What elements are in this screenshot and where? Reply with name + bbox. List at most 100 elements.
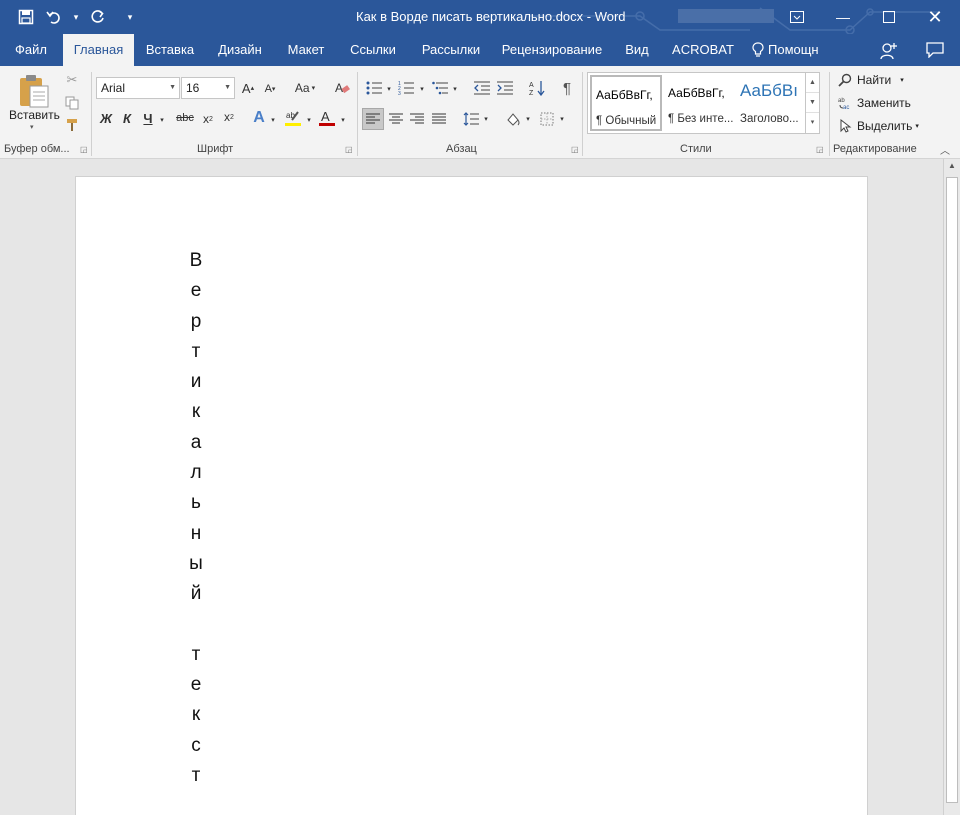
document-letter: к <box>191 401 201 423</box>
chevron-down-icon[interactable]: ▼ <box>169 78 176 98</box>
show-formatting-marks-icon[interactable]: ¶ <box>557 78 577 98</box>
minimize-icon[interactable]: — <box>820 0 866 34</box>
shading-icon[interactable] <box>503 109 523 129</box>
chevron-down-icon[interactable]: ▼ <box>224 78 231 98</box>
tab-references[interactable]: Ссылки <box>342 34 404 66</box>
paste-dropdown-icon[interactable]: ▾ <box>30 123 34 131</box>
tab-file[interactable]: Файл <box>4 34 58 66</box>
style-normal[interactable]: АаБбВвГг, ¶ Обычный <box>590 75 662 131</box>
font-size-combo[interactable]: 16 ▼ <box>181 77 235 99</box>
copy-icon[interactable] <box>63 94 81 112</box>
styles-more-icon[interactable]: ▾ <box>806 113 819 133</box>
underline-button[interactable]: Ч <box>141 109 155 127</box>
numbering-icon[interactable]: 123 <box>396 78 416 98</box>
text-effects-icon[interactable]: A <box>250 108 268 128</box>
bullets-dropdown-icon[interactable]: ▾ <box>385 84 393 94</box>
search-icon <box>838 73 852 87</box>
select-button[interactable]: Выделить ▾ <box>838 119 919 133</box>
multilevel-dropdown-icon[interactable]: ▾ <box>451 84 459 94</box>
shrink-font-icon[interactable]: A ▾ <box>262 80 278 98</box>
shading-dropdown-icon[interactable]: ▾ <box>524 114 532 124</box>
find-button[interactable]: Найти ▾ <box>838 73 904 87</box>
svg-text:ab: ab <box>838 98 845 104</box>
style-no-spacing[interactable]: АаБбВвГг, ¶ Без инте... <box>664 75 736 131</box>
change-case-button[interactable]: Aa ▾ <box>289 79 321 97</box>
undo-icon[interactable] <box>42 6 66 28</box>
style-sample: АаБбВı <box>740 81 798 100</box>
svg-text:A: A <box>321 109 330 124</box>
lightbulb-icon <box>752 42 764 63</box>
font-color-dropdown-icon[interactable]: ▾ <box>338 114 348 126</box>
borders-dropdown-icon[interactable]: ▾ <box>558 114 566 124</box>
document-letter: е <box>190 674 202 696</box>
increase-indent-icon[interactable] <box>495 78 515 98</box>
redo-icon[interactable] <box>86 6 110 28</box>
borders-icon[interactable] <box>537 109 557 129</box>
sort-icon[interactable]: AZ <box>527 78 547 98</box>
save-icon[interactable] <box>14 6 38 28</box>
highlight-color-icon[interactable]: ab <box>283 108 303 128</box>
line-spacing-dropdown-icon[interactable]: ▾ <box>482 114 490 124</box>
tab-view[interactable]: Вид <box>618 34 656 66</box>
style-heading-1[interactable]: АаБбВı Заголово... <box>736 75 808 131</box>
superscript-icon[interactable]: x2 <box>221 108 237 126</box>
tab-review[interactable]: Рецензирование <box>498 34 606 66</box>
bullets-icon[interactable] <box>364 78 384 98</box>
title-bar: ▾ ▾ Как в Ворде писать вертикально.docx … <box>0 0 960 61</box>
tab-acrobat[interactable]: ACROBAT <box>668 34 738 66</box>
align-center-icon[interactable] <box>386 109 406 129</box>
cut-icon[interactable]: ✂ <box>63 71 81 89</box>
vertical-scrollbar[interactable]: ▲ <box>943 159 960 815</box>
find-dropdown-icon[interactable]: ▾ <box>900 76 904 84</box>
highlight-dropdown-icon[interactable]: ▾ <box>304 114 314 126</box>
clear-formatting-icon[interactable]: A <box>333 78 351 98</box>
scroll-up-icon[interactable]: ▲ <box>944 161 960 175</box>
account-name-redacted[interactable] <box>678 9 774 23</box>
paragraph-launcher-icon[interactable]: ◲ <box>571 145 579 154</box>
styles-scroll-down-icon[interactable]: ▼ <box>806 93 819 113</box>
underline-dropdown-icon[interactable]: ▾ <box>156 114 168 126</box>
paste-button[interactable] <box>12 72 56 110</box>
multilevel-list-icon[interactable] <box>430 78 450 98</box>
grow-font-icon[interactable]: A ▴ <box>240 79 256 97</box>
close-icon[interactable]: ✕ <box>912 0 958 34</box>
select-dropdown-icon[interactable]: ▾ <box>915 122 919 130</box>
tab-mailings[interactable]: Рассылки <box>414 34 488 66</box>
tab-design[interactable]: Дизайн <box>210 34 270 66</box>
collapse-ribbon-icon[interactable]: ︿ <box>938 142 952 157</box>
strikethrough-button[interactable]: abc <box>173 109 197 127</box>
tab-home[interactable]: Главная <box>63 34 134 66</box>
comments-icon[interactable] <box>926 42 944 63</box>
align-left-icon[interactable] <box>362 108 384 130</box>
share-person-icon[interactable] <box>880 42 898 65</box>
subscript-icon[interactable]: x2 <box>200 110 216 128</box>
justify-icon[interactable] <box>429 109 449 129</box>
font-name-combo[interactable]: Arial ▼ <box>96 77 180 99</box>
tab-tell-me[interactable]: Помощн <box>768 34 824 66</box>
paste-label[interactable]: Вставить <box>9 108 60 122</box>
numbering-dropdown-icon[interactable]: ▾ <box>418 84 426 94</box>
replace-button[interactable]: ab ac Заменить <box>838 96 911 110</box>
align-right-icon[interactable] <box>407 109 427 129</box>
scrollbar-thumb[interactable] <box>946 177 958 803</box>
line-spacing-icon[interactable] <box>461 109 481 129</box>
customize-qat-icon[interactable]: ▾ <box>124 6 136 28</box>
ribbon-display-options-icon[interactable] <box>774 0 820 34</box>
font-launcher-icon[interactable]: ◲ <box>345 145 353 154</box>
styles-launcher-icon[interactable]: ◲ <box>816 145 824 154</box>
undo-dropdown-icon[interactable]: ▾ <box>70 6 82 28</box>
document-page[interactable]: Вертикальныйтекст <box>75 176 868 815</box>
clipboard-launcher-icon[interactable]: ◲ <box>80 145 88 154</box>
find-label: Найти <box>857 73 892 87</box>
maximize-icon[interactable] <box>866 0 912 34</box>
text-effects-dropdown-icon[interactable]: ▾ <box>268 114 278 126</box>
styles-scroll-up-icon[interactable]: ▲ <box>806 73 819 93</box>
document-letter: л <box>190 462 202 484</box>
font-color-icon[interactable]: A <box>317 108 337 128</box>
decrease-indent-icon[interactable] <box>472 78 492 98</box>
italic-button[interactable]: К <box>120 109 134 127</box>
tab-layout[interactable]: Макет <box>278 34 334 66</box>
tab-insert[interactable]: Вставка <box>138 34 202 66</box>
format-painter-icon[interactable] <box>63 116 81 134</box>
bold-button[interactable]: Ж <box>98 109 114 127</box>
